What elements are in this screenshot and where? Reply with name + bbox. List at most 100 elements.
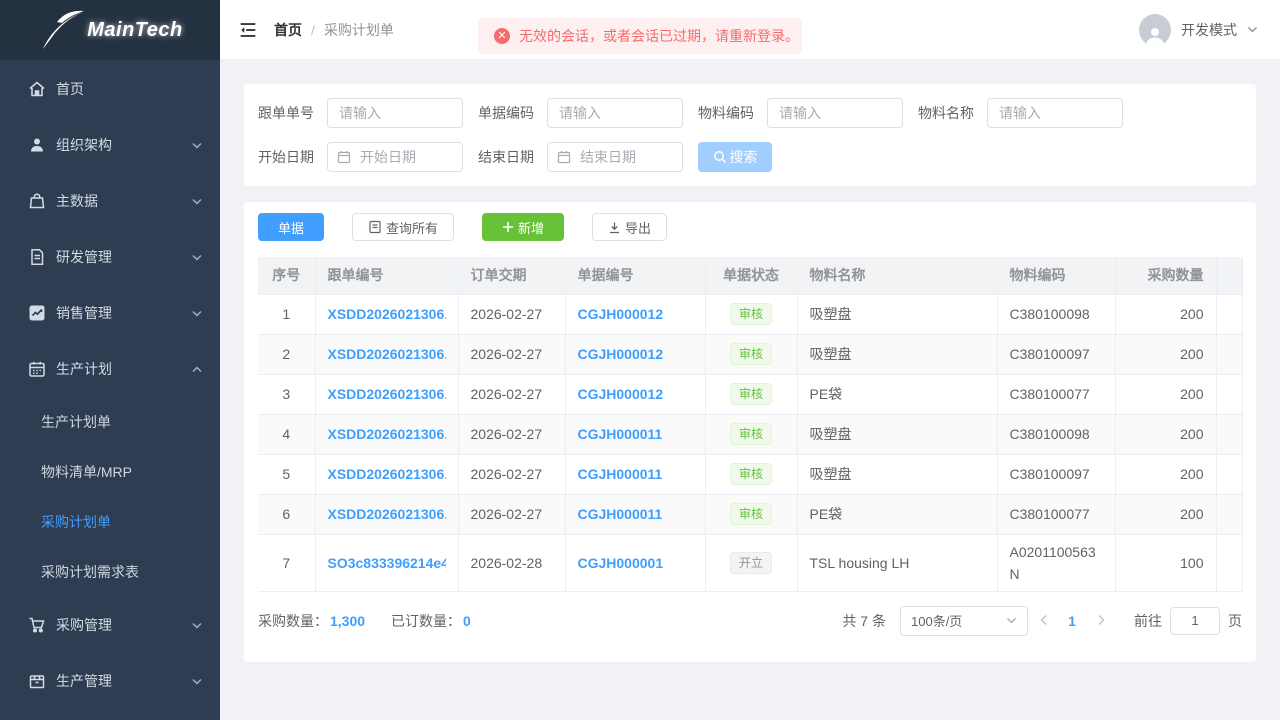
sidebar-item-sales-management[interactable]: 销售管理	[0, 285, 220, 341]
filter-label: 物料名称	[918, 103, 974, 123]
sidebar-subitem-purchase-plan-order[interactable]: 采购计划单	[0, 497, 220, 547]
order-no-input[interactable]	[327, 98, 463, 128]
sidebar-subitem-purchase-plan-demand[interactable]: 采购计划需求表	[0, 547, 220, 597]
cell-qty: 200	[1115, 334, 1216, 374]
table-row[interactable]: 7 SO3c833396214e40 2026-02-28 CGJH000001…	[258, 534, 1242, 591]
order-no-link[interactable]: XSDD2026021306..	[328, 306, 446, 322]
table-toolbar: 单据 查询所有 新增 导出	[258, 213, 1242, 241]
avatar	[1139, 14, 1171, 46]
sidebar-item-label: 销售管理	[56, 303, 112, 323]
order-no-link[interactable]: XSDD2026021306..	[328, 506, 446, 522]
brand-name: MainTech	[87, 19, 183, 42]
order-no-link[interactable]: XSDD2026021306..	[328, 346, 446, 362]
cell-qty: 200	[1115, 494, 1216, 534]
sidebar-item-rd-management[interactable]: 研发管理	[0, 229, 220, 285]
cell-seq: 7	[258, 534, 315, 591]
export-button-label: 导出	[625, 218, 651, 237]
cell-seq: 5	[258, 454, 315, 494]
sidebar-subitem-bom-mrp[interactable]: 物料清单/MRP	[0, 447, 220, 497]
search-button[interactable]: 搜索	[698, 142, 772, 172]
status-badge: 审核	[730, 303, 772, 325]
cell-material-name: PE袋	[797, 494, 997, 534]
sidebar-subitem-production-plan-order[interactable]: 生产计划单	[0, 397, 220, 447]
doc-no-link[interactable]: CGJH000012	[578, 306, 693, 322]
order-no-link[interactable]: XSDD2026021306..	[328, 386, 446, 402]
document-button[interactable]: 单据	[258, 213, 324, 241]
document-button-label: 单据	[278, 218, 304, 237]
material-name-input[interactable]	[987, 98, 1123, 128]
col-doc-no: 单据编号	[565, 257, 705, 294]
order-no-link[interactable]: XSDD2026021306..	[328, 426, 446, 442]
add-button[interactable]: 新增	[482, 213, 564, 241]
brand-logo: MainTech	[0, 0, 220, 60]
sidebar-fold-icon[interactable]	[237, 19, 259, 41]
cell-material-name: 吸塑盘	[797, 334, 997, 374]
doc-no-link[interactable]: CGJH000001	[578, 555, 693, 571]
table-row[interactable]: 5 XSDD2026021306.. 2026-02-27 CGJH000011…	[258, 454, 1242, 494]
col-material-name: 物料名称	[797, 257, 997, 294]
status-badge: 审核	[730, 383, 772, 405]
doc-no-link[interactable]: CGJH000012	[578, 346, 693, 362]
sidebar-item-production-plan[interactable]: 生产计划	[0, 341, 220, 397]
cell-delivery-date: 2026-02-28	[458, 534, 565, 591]
package-icon	[28, 672, 46, 690]
order-no-link[interactable]: SO3c833396214e40	[328, 555, 446, 571]
cell-material-code: A0201100563N	[997, 534, 1115, 591]
sidebar-item-organization[interactable]: 组织架构	[0, 117, 220, 173]
doc-no-link[interactable]: CGJH000011	[578, 466, 693, 482]
next-page-button[interactable]	[1086, 613, 1116, 629]
session-error-alert: ✕ 无效的会话，或者会话已过期，请重新登录。	[478, 18, 802, 54]
sidebar-item-label: 主数据	[56, 191, 98, 211]
query-all-button[interactable]: 查询所有	[352, 213, 454, 241]
page-size-select[interactable]: 100条/页	[900, 606, 1028, 636]
purchase-plan-panel: 单据 查询所有 新增 导出 序号 跟单	[244, 202, 1256, 662]
cell-delivery-date: 2026-02-27	[458, 374, 565, 414]
table-row[interactable]: 6 XSDD2026021306.. 2026-02-27 CGJH000011…	[258, 494, 1242, 534]
cell-material-code: C380100077	[997, 494, 1115, 534]
export-button[interactable]: 导出	[592, 213, 667, 241]
filter-label: 开始日期	[258, 147, 314, 167]
user-icon	[28, 136, 46, 154]
user-menu[interactable]: 开发模式	[1139, 14, 1258, 46]
table-row[interactable]: 1 XSDD2026021306.. 2026-02-27 CGJH000012…	[258, 294, 1242, 334]
filter-start-date: 开始日期	[258, 142, 478, 172]
table-row[interactable]: 4 XSDD2026021306.. 2026-02-27 CGJH000011…	[258, 414, 1242, 454]
col-qty: 采购数量	[1115, 257, 1216, 294]
cell-delivery-date: 2026-02-27	[458, 294, 565, 334]
material-code-input[interactable]	[767, 98, 903, 128]
col-order-no: 跟单编号	[315, 257, 458, 294]
cell-qty: 200	[1115, 454, 1216, 494]
breadcrumb-home[interactable]: 首页	[274, 20, 302, 40]
breadcrumb: 首页 / 采购计划单	[274, 20, 394, 40]
total-count: 共 7 条	[842, 611, 886, 631]
breadcrumb-current: 采购计划单	[324, 20, 394, 40]
cell-qty: 200	[1115, 414, 1216, 454]
col-seq: 序号	[258, 257, 315, 294]
cell-seq: 3	[258, 374, 315, 414]
cart-icon	[28, 616, 46, 634]
goto-page-input[interactable]	[1170, 607, 1220, 635]
order-no-link[interactable]: XSDD2026021306..	[328, 466, 446, 482]
doc-no-link[interactable]: CGJH000011	[578, 506, 693, 522]
table-row[interactable]: 2 XSDD2026021306.. 2026-02-27 CGJH000012…	[258, 334, 1242, 374]
prev-page-button[interactable]	[1028, 613, 1058, 629]
status-badge: 审核	[730, 503, 772, 525]
sidebar-item-master-data[interactable]: 主数据	[0, 173, 220, 229]
status-badge: 审核	[730, 463, 772, 485]
status-badge: 开立	[730, 552, 772, 574]
sidebar-item-production-management[interactable]: 生产管理	[0, 653, 220, 709]
cell-delivery-date: 2026-02-27	[458, 414, 565, 454]
filter-end-date: 结束日期	[478, 142, 698, 172]
table-row[interactable]: 3 XSDD2026021306.. 2026-02-27 CGJH000012…	[258, 374, 1242, 414]
query-all-label: 查询所有	[386, 218, 438, 237]
doc-no-link[interactable]: CGJH000011	[578, 426, 693, 442]
filter-order-no: 跟单单号	[258, 98, 478, 128]
page-unit-label: 页	[1228, 611, 1242, 631]
doc-no-input[interactable]	[547, 98, 683, 128]
sidebar-item-purchase-management[interactable]: 采购管理	[0, 597, 220, 653]
sidebar-item-home[interactable]: 首页	[0, 61, 220, 117]
doc-no-link[interactable]: CGJH000012	[578, 386, 693, 402]
download-icon	[608, 221, 621, 234]
sidebar-menu: 首页 组织架构 主数据 研发管理	[0, 60, 220, 709]
page-number-1[interactable]: 1	[1058, 613, 1086, 629]
